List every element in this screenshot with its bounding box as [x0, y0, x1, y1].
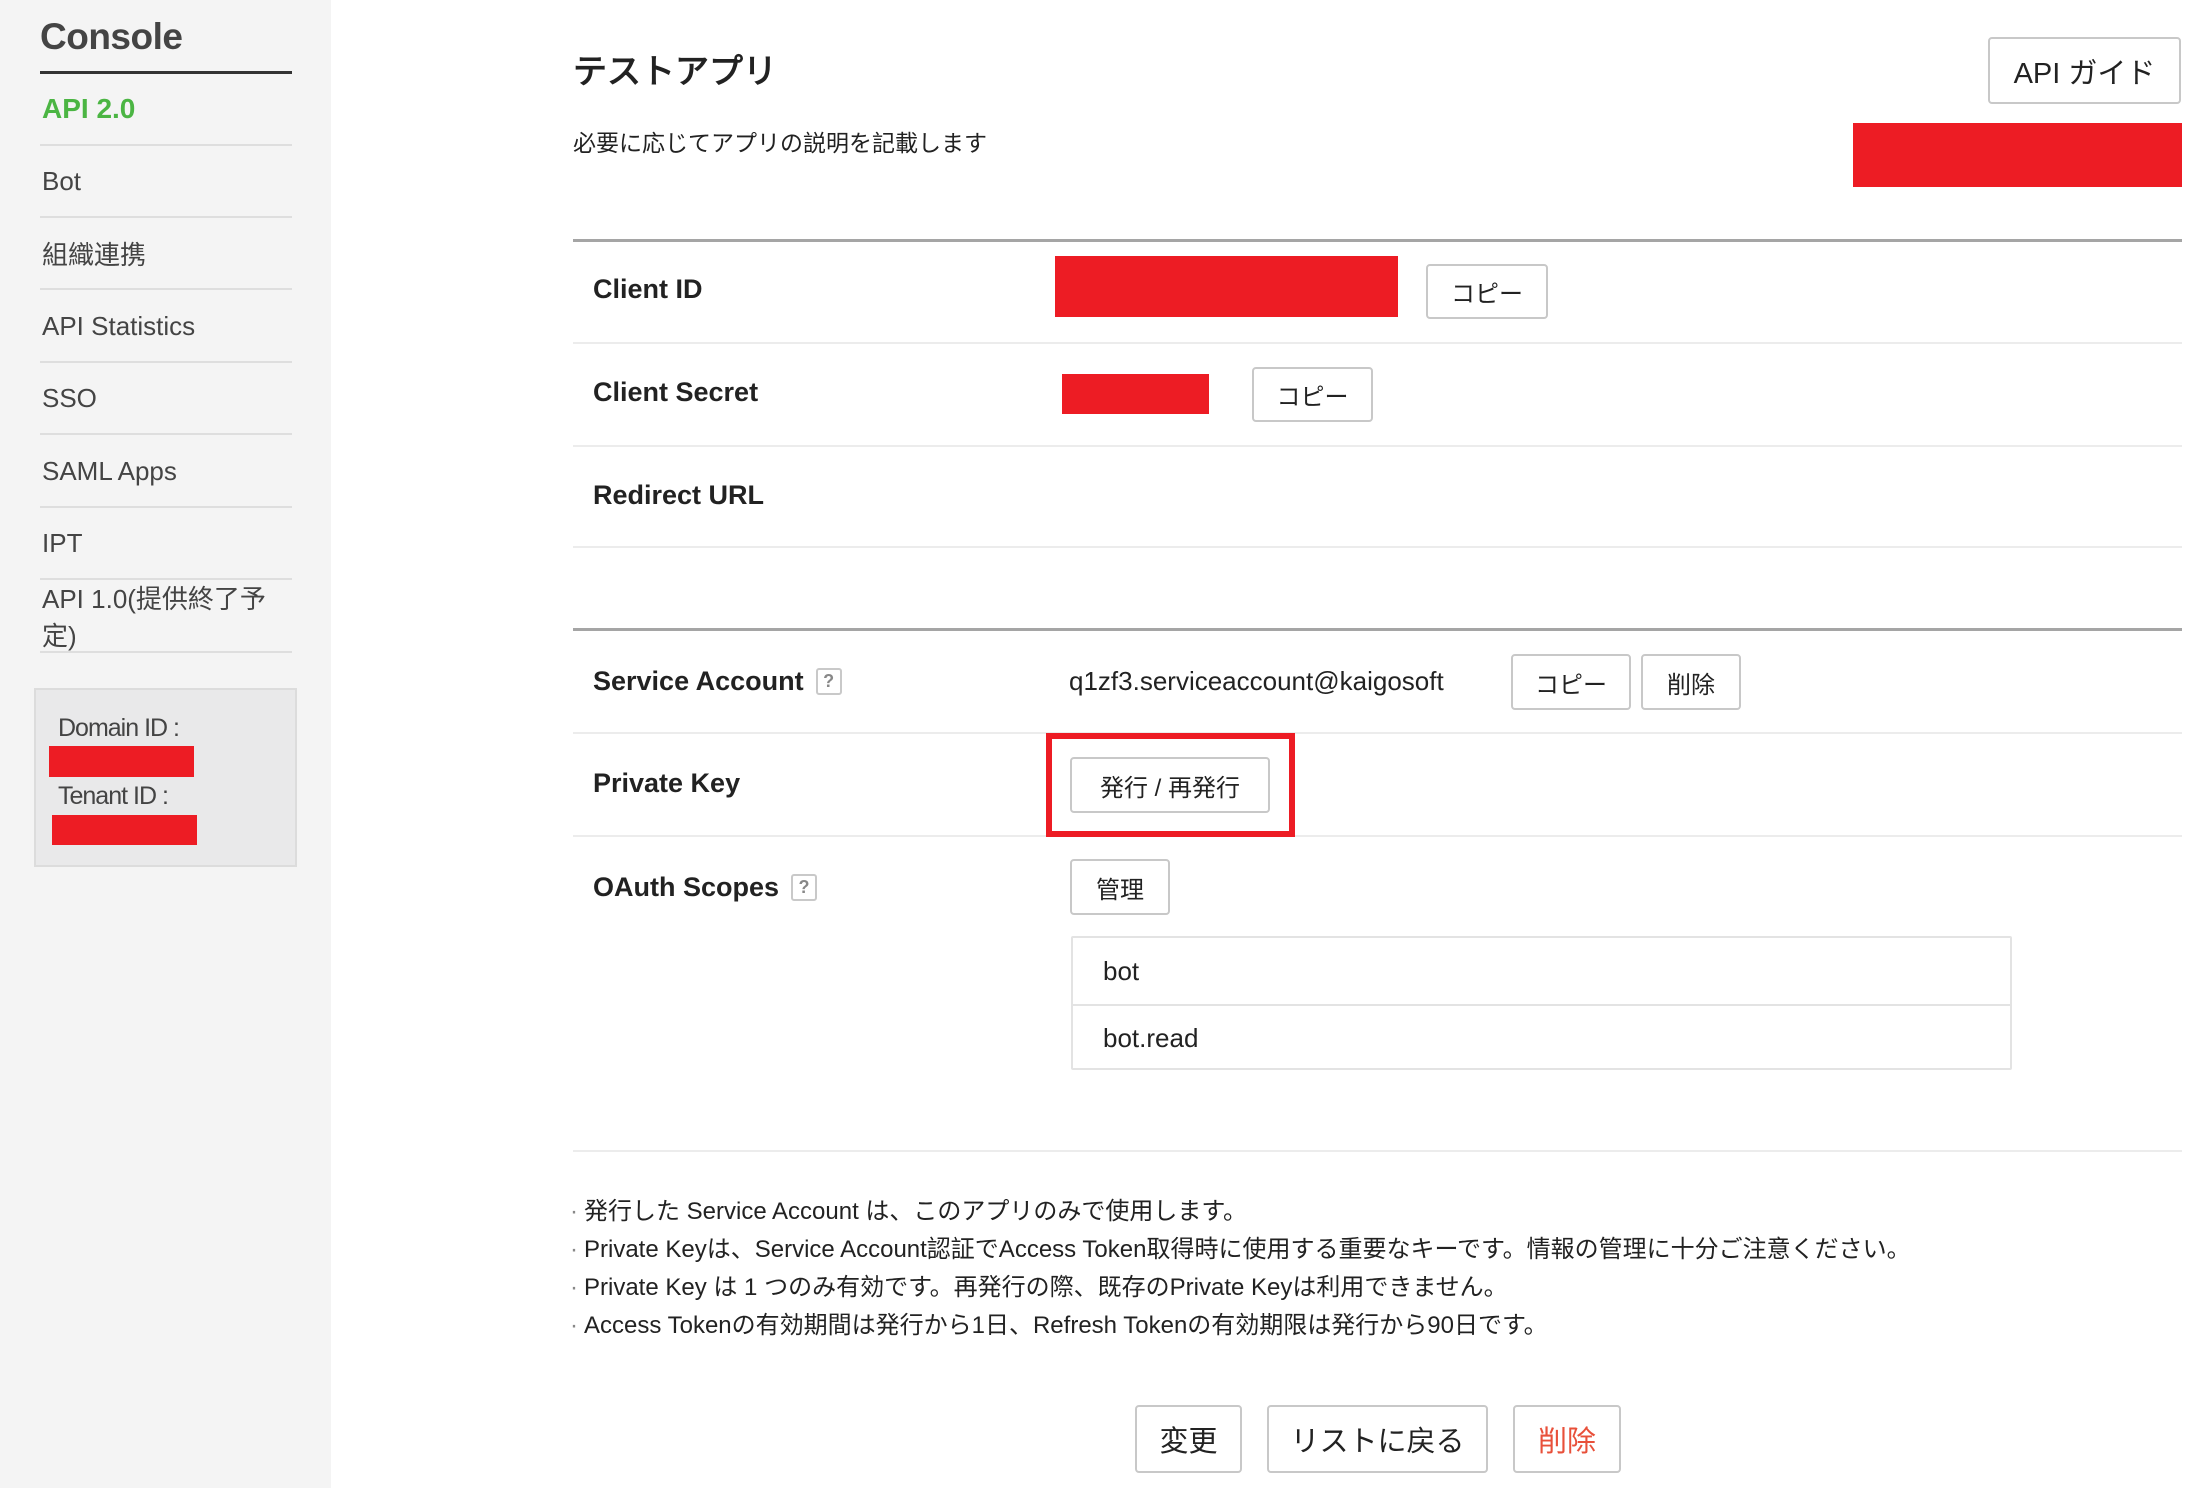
sidebar-item-ipt[interactable]: IPT — [40, 508, 292, 580]
sidebar-item-org-integration[interactable]: 組織連携 — [40, 218, 292, 290]
api-guide-button[interactable]: API ガイド — [1988, 37, 2181, 104]
client-id-copy-button[interactable]: コピー — [1426, 264, 1548, 319]
domain-id-label: Domain ID : — [58, 714, 180, 742]
highlight-annotation-box — [1046, 733, 1295, 837]
row-divider — [573, 445, 2182, 447]
manage-scopes-button[interactable]: 管理 — [1070, 859, 1170, 915]
note-item: Private Keyは、Service Account認証でAccess To… — [570, 1231, 1911, 1269]
redirect-url-label-text: Redirect URL — [593, 480, 765, 510]
sidebar-item-sso[interactable]: SSO — [40, 363, 292, 435]
header-redacted — [1853, 123, 2182, 187]
sidebar-item-api-statistics[interactable]: API Statistics — [40, 291, 292, 363]
note-item: Private Key は 1 つのみ有効です。再発行の際、既存のPrivate… — [570, 1269, 1911, 1307]
row-divider — [573, 1150, 2182, 1152]
oauth-scopes-label: OAuth Scopes ? — [593, 872, 818, 903]
section-divider — [573, 628, 2182, 631]
sidebar-item-saml-apps[interactable]: SAML Apps — [40, 436, 292, 508]
client-id-redacted — [1055, 256, 1398, 317]
client-id-label: Client ID — [593, 274, 703, 305]
notes-list: 発行した Service Account は、このアプリのみで使用します。 Pr… — [570, 1193, 1911, 1345]
row-divider — [573, 546, 2182, 548]
row-divider — [573, 342, 2182, 344]
scope-item: bot — [1103, 955, 1140, 986]
domain-id-redacted — [49, 746, 194, 777]
page-description: 必要に応じてアプリの説明を記載します — [573, 130, 987, 156]
oauth-scopes-label-text: OAuth Scopes — [593, 872, 780, 902]
note-item: 発行した Service Account は、このアプリのみで使用します。 — [570, 1193, 1911, 1231]
help-icon[interactable]: ? — [815, 668, 842, 695]
private-key-label: Private Key — [593, 768, 740, 799]
change-button[interactable]: 変更 — [1135, 1405, 1242, 1473]
redirect-url-label: Redirect URL — [593, 480, 764, 511]
service-account-value: q1zf3.serviceaccount@kaigosoft — [1069, 666, 1444, 696]
help-icon[interactable]: ? — [791, 874, 818, 901]
scope-item: bot.read — [1073, 1004, 2010, 1070]
note-item: Access Tokenの有効期間は発行から1日、Refresh Tokenの有… — [570, 1307, 1911, 1345]
service-account-label-text: Service Account — [593, 666, 804, 696]
sidebar-item-bot[interactable]: Bot — [40, 146, 292, 218]
client-id-label-text: Client ID — [593, 274, 703, 304]
page-title: テストアプリ — [573, 53, 777, 91]
service-account-delete-button[interactable]: 削除 — [1641, 654, 1741, 710]
delete-app-button[interactable]: 削除 — [1513, 1405, 1621, 1473]
row-divider — [573, 835, 1046, 837]
tenant-info-box: Domain ID : Tenant ID : — [34, 688, 297, 867]
tenant-id-label: Tenant ID : — [58, 782, 169, 810]
row-divider — [1295, 835, 2182, 837]
client-secret-copy-button[interactable]: コピー — [1252, 367, 1373, 422]
service-account-copy-button[interactable]: コピー — [1511, 654, 1631, 710]
row-divider — [573, 732, 2182, 734]
table-top-divider — [573, 239, 2182, 242]
scopes-list: bot bot.read — [1071, 936, 2012, 1070]
sidebar-item-api-2-0[interactable]: API 2.0 — [40, 74, 292, 146]
client-secret-redacted — [1062, 374, 1209, 414]
client-secret-label-text: Client Secret — [593, 377, 759, 407]
tenant-id-redacted — [52, 815, 197, 845]
private-key-label-text: Private Key — [593, 768, 741, 798]
sidebar: Console API 2.0 Bot 組織連携 API Statistics … — [0, 0, 331, 1488]
service-account-label: Service Account ? — [593, 666, 842, 697]
back-to-list-button[interactable]: リストに戻る — [1267, 1405, 1488, 1473]
client-secret-label: Client Secret — [593, 377, 758, 408]
console-title: Console — [40, 16, 183, 57]
sidebar-item-api-1-0[interactable]: API 1.0(提供終了予定) — [40, 581, 292, 653]
